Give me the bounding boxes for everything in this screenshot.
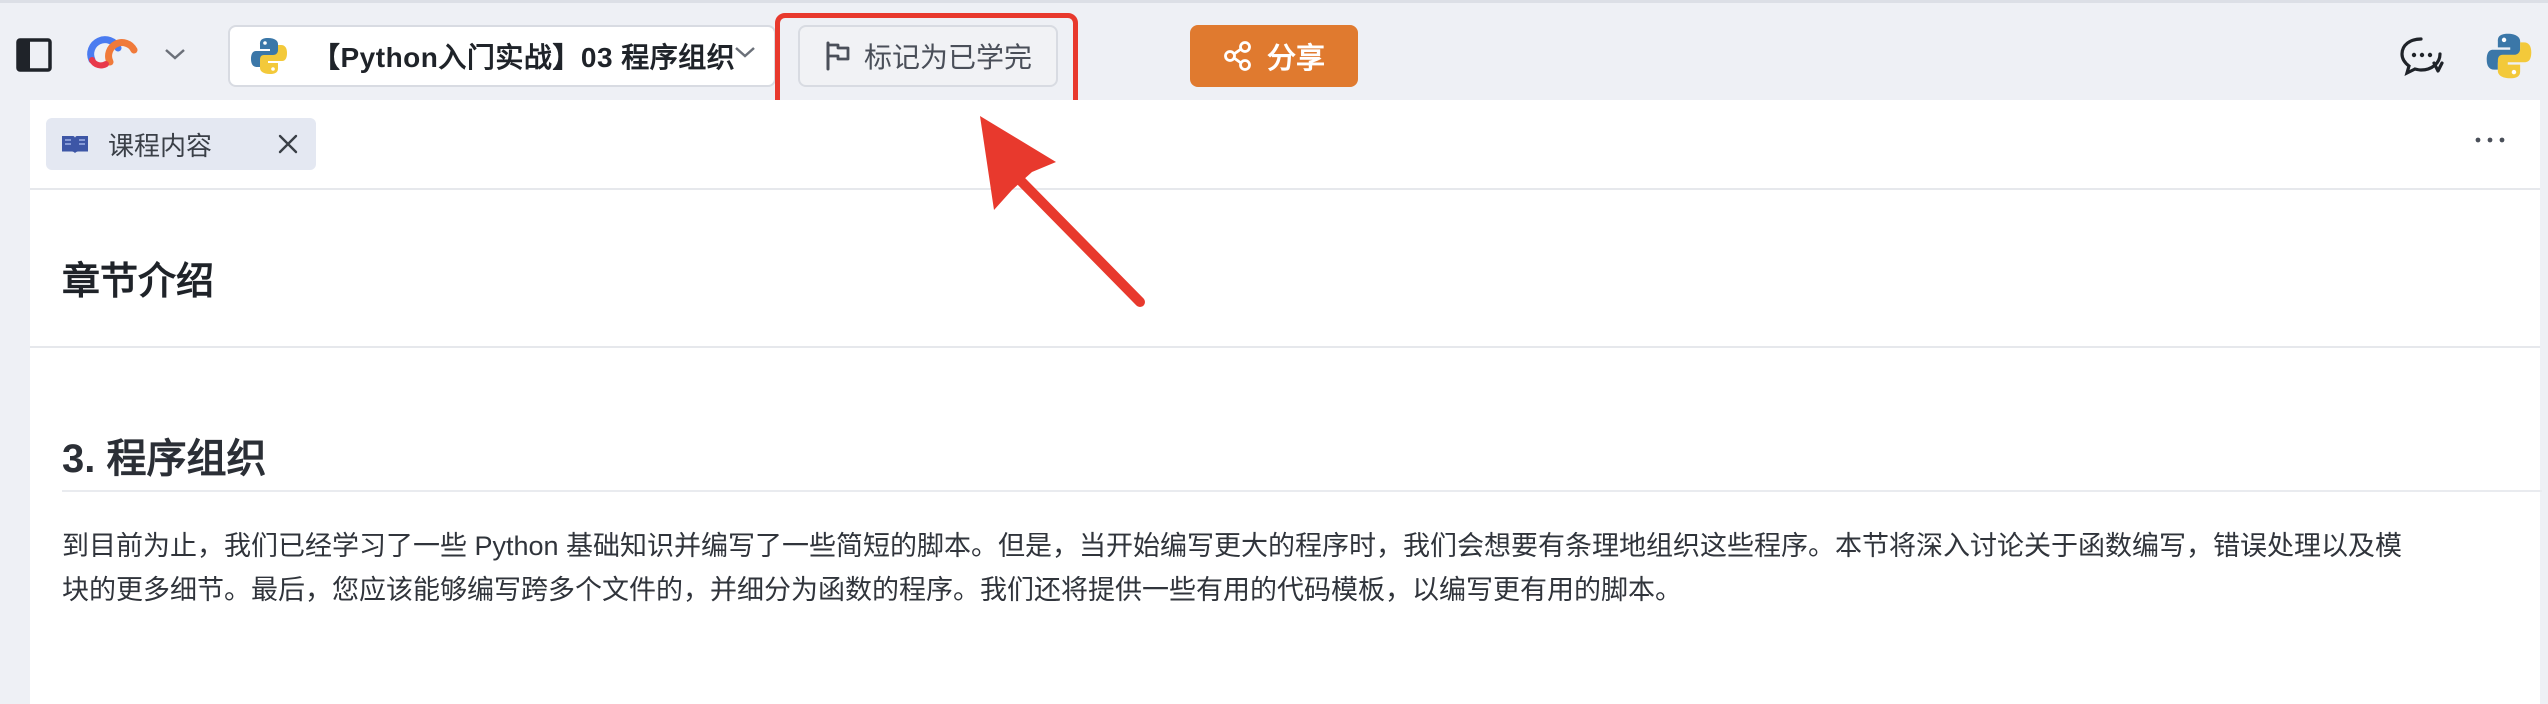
divider [62,490,2542,492]
paragraph-line: 到目前为止，我们已经学习了一些 Python 基础知识并编写了一些简短的脚本。但… [62,531,2403,561]
paragraph-line: 块的更多细节。最后，您应该能够编写跨多个文件的，并细分为函数的程序。我们还将提供… [62,575,1682,605]
tab-label: 课程内容 [108,130,213,161]
course-selector[interactable]: 【Python入门实战】03 程序组织 [228,25,776,87]
course-title: 【Python入门实战】03 程序组织 [312,42,736,73]
top-bar: 【Python入门实战】03 程序组织 标记为已学完 分享 [0,0,2548,117]
chevron-down-icon [165,49,185,60]
chevron-down-icon [735,47,755,58]
main-content: 课程内容 章节介绍 3. 程序组织 到目前为止，我们已经学习了一些 Python… [30,100,2542,704]
share-label: 分享 [1266,43,1325,75]
more-icon[interactable] [2470,130,2510,150]
tab-course-content[interactable]: 课程内容 [46,118,316,170]
app-logo-icon [87,36,138,69]
chapter-heading: 3. 程序组织 [62,437,267,481]
divider [30,346,2540,348]
annotation-arrow [980,116,1145,307]
python-icon [2486,33,2532,79]
share-button[interactable]: 分享 [1190,25,1358,87]
chapter-intro-paragraph: 到目前为止，我们已经学习了一些 Python 基础知识并编写了一些简短的脚本。但… [62,524,2532,612]
book-icon [62,136,88,153]
sidebar-toggle-icon[interactable] [14,35,54,75]
share-icon [1224,41,1251,71]
app-switcher[interactable] [80,29,190,79]
section-title: 章节介绍 [62,261,215,303]
chat-icon[interactable] [2396,33,2446,79]
avatar[interactable] [2482,29,2536,83]
tab-strip: 课程内容 [30,100,2540,190]
close-icon[interactable] [276,132,300,156]
python-icon [251,38,287,74]
